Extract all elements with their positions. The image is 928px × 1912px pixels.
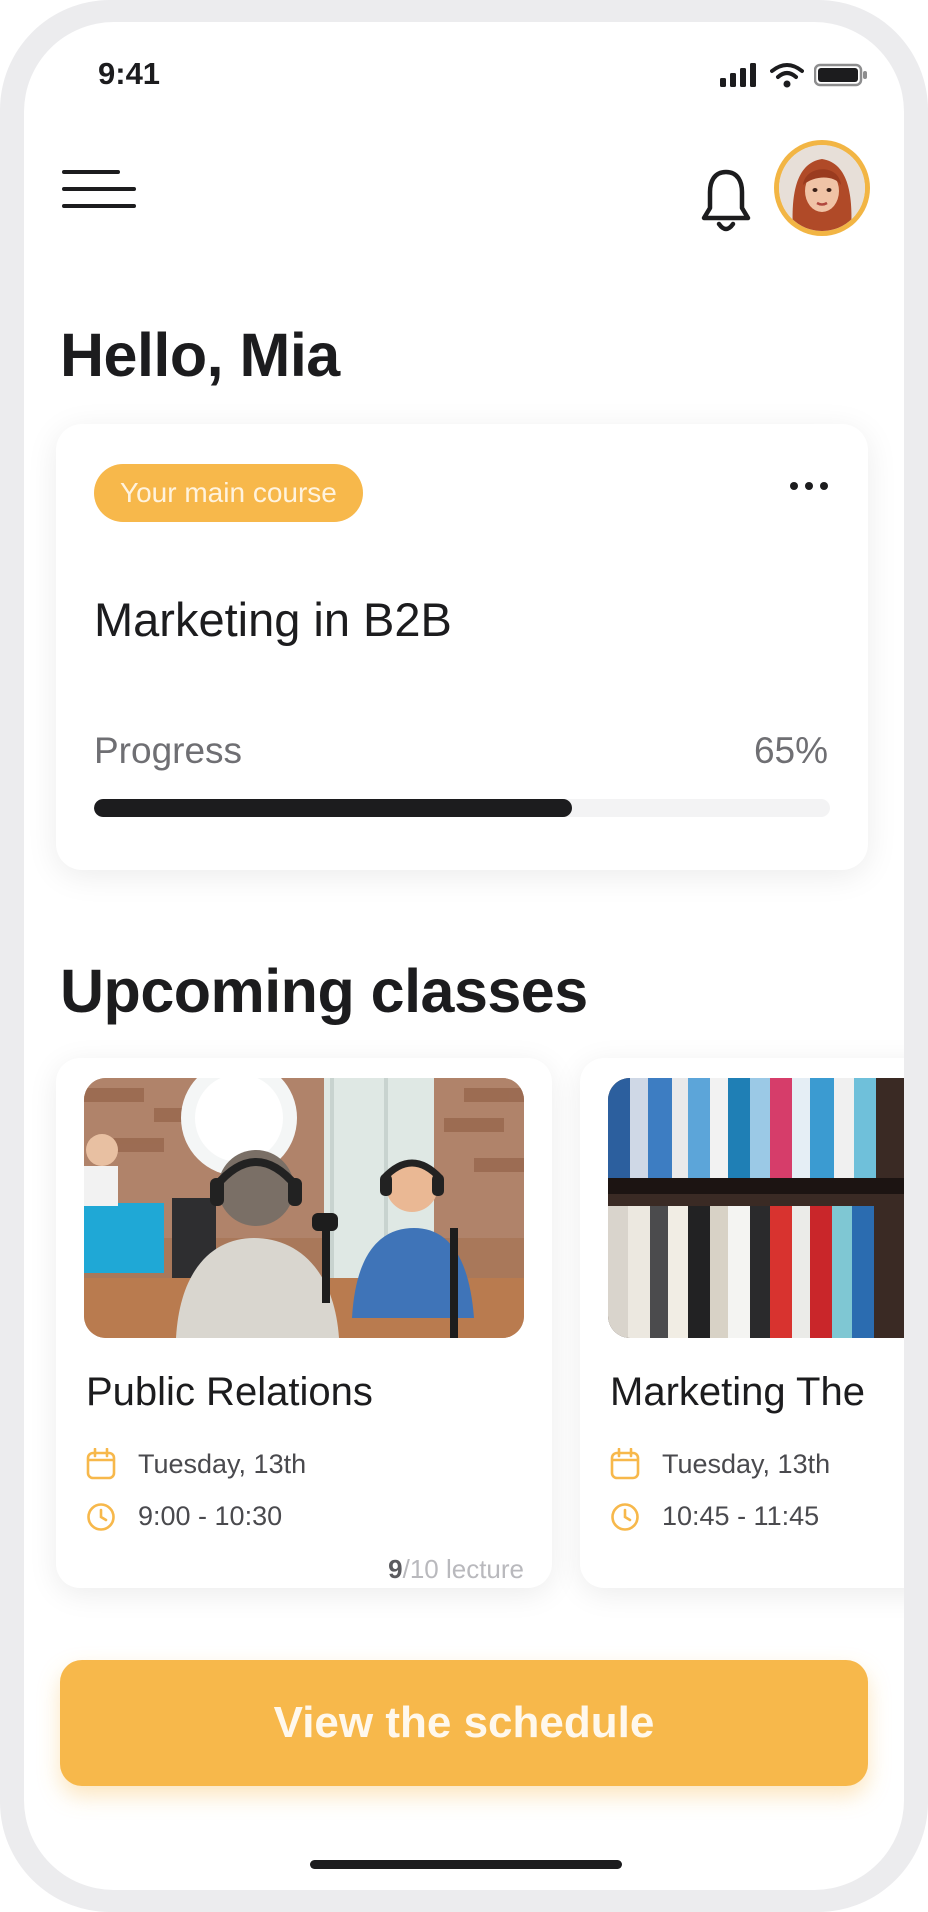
calendar-icon bbox=[610, 1448, 640, 1480]
class-name: Marketing The bbox=[610, 1370, 865, 1414]
progress-bar bbox=[94, 799, 830, 817]
avatar[interactable] bbox=[774, 140, 870, 236]
signal-icon bbox=[720, 63, 756, 87]
clock-icon bbox=[611, 1502, 639, 1531]
class-name: Public Relations bbox=[86, 1370, 373, 1414]
class-time: 9:00 - 10:30 bbox=[138, 1501, 283, 1531]
lecture-total: /10 lecture bbox=[402, 1554, 524, 1584]
battery-icon bbox=[814, 63, 867, 87]
class-time-row: 10:45 - 11:45 bbox=[610, 1501, 819, 1532]
main-course-card[interactable]: Your main course Marketing in B2B Progre… bbox=[56, 424, 868, 870]
class-time: 10:45 - 11:45 bbox=[662, 1501, 820, 1531]
wifi-icon bbox=[770, 63, 804, 88]
class-date: Tuesday, 13th bbox=[662, 1448, 831, 1479]
home-indicator[interactable] bbox=[310, 1860, 622, 1869]
progress-label: Progress bbox=[94, 730, 243, 771]
hamburger-icon bbox=[62, 170, 120, 174]
class-date-row: Tuesday, 13th bbox=[610, 1448, 830, 1480]
status-time: 9:41 bbox=[98, 56, 161, 91]
greeting-title: Hello, Mia bbox=[60, 321, 340, 389]
class-date: Tuesday, 13th bbox=[138, 1448, 307, 1479]
class-time-row: 9:00 - 10:30 bbox=[86, 1501, 282, 1532]
menu-button[interactable] bbox=[62, 170, 136, 210]
class-card[interactable]: Marketing The Tuesday, 13th 10:45 - 11:4… bbox=[580, 1058, 904, 1588]
upcoming-classes-title: Upcoming classes bbox=[60, 957, 588, 1025]
main-course-badge: Your main course bbox=[94, 464, 363, 522]
bell-icon bbox=[701, 169, 751, 232]
clock-icon bbox=[87, 1502, 115, 1531]
more-options-button[interactable] bbox=[790, 482, 828, 490]
lecture-count: 9/10 lecture bbox=[388, 1554, 524, 1585]
calendar-icon bbox=[86, 1448, 116, 1480]
view-schedule-button[interactable]: View the schedule bbox=[60, 1660, 868, 1786]
progress-bar-fill bbox=[94, 799, 573, 817]
lecture-current: 9 bbox=[388, 1554, 403, 1584]
progress-value: 65% bbox=[753, 730, 828, 771]
notifications-button[interactable] bbox=[700, 164, 752, 236]
phone-frame: 9:41 Hello, Mia Your main course Marketi… bbox=[0, 0, 928, 1912]
class-card[interactable]: Public Relations Tuesday, 13th 9:00 - 10… bbox=[56, 1058, 552, 1588]
more-dots-icon bbox=[790, 482, 798, 490]
course-title: Marketing in B2B bbox=[94, 593, 452, 646]
user-avatar-photo bbox=[779, 145, 865, 231]
app-screen: 9:41 Hello, Mia Your main course Marketi… bbox=[24, 22, 904, 1890]
class-image-bookshelf bbox=[608, 1078, 904, 1338]
class-date-row: Tuesday, 13th bbox=[86, 1448, 306, 1480]
class-image-podcast bbox=[84, 1078, 524, 1338]
status-icons bbox=[720, 62, 868, 88]
